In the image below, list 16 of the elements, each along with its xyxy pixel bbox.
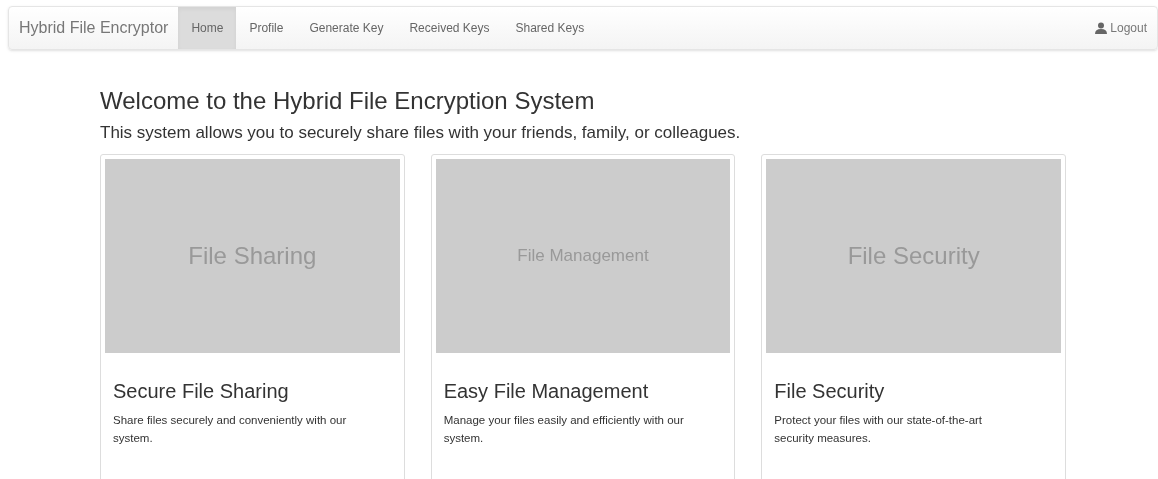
user-icon (1095, 22, 1108, 34)
page-heading: Welcome to the Hybrid File Encryption System (100, 86, 596, 116)
nav-tab[interactable]: Shared Keys (502, 7, 598, 49)
card-title: Secure File Sharing (113, 379, 290, 404)
logout-link[interactable]: Logout (1095, 19, 1157, 37)
nav-tab[interactable]: Home (178, 7, 237, 49)
card-text: Manage your files easily and efficiently with our system. (443, 413, 685, 446)
nav-tab[interactable]: Generate Key (296, 7, 397, 49)
nav-tab[interactable]: Received Keys (396, 7, 503, 49)
card-text: Share files securely and conveniently with our system. (113, 413, 348, 446)
lead-text: This system allows you to securely share files with your friends, family, or colleagues. (100, 122, 742, 144)
nav-tab[interactable]: Profile (236, 7, 297, 49)
card-title: Easy File Management (443, 379, 650, 404)
card-text: Protect your files with our state-of-the-art security measures. (774, 413, 984, 446)
brand-link[interactable]: Hybrid File Encryptor (9, 16, 179, 40)
card-title: File Security (774, 379, 886, 404)
